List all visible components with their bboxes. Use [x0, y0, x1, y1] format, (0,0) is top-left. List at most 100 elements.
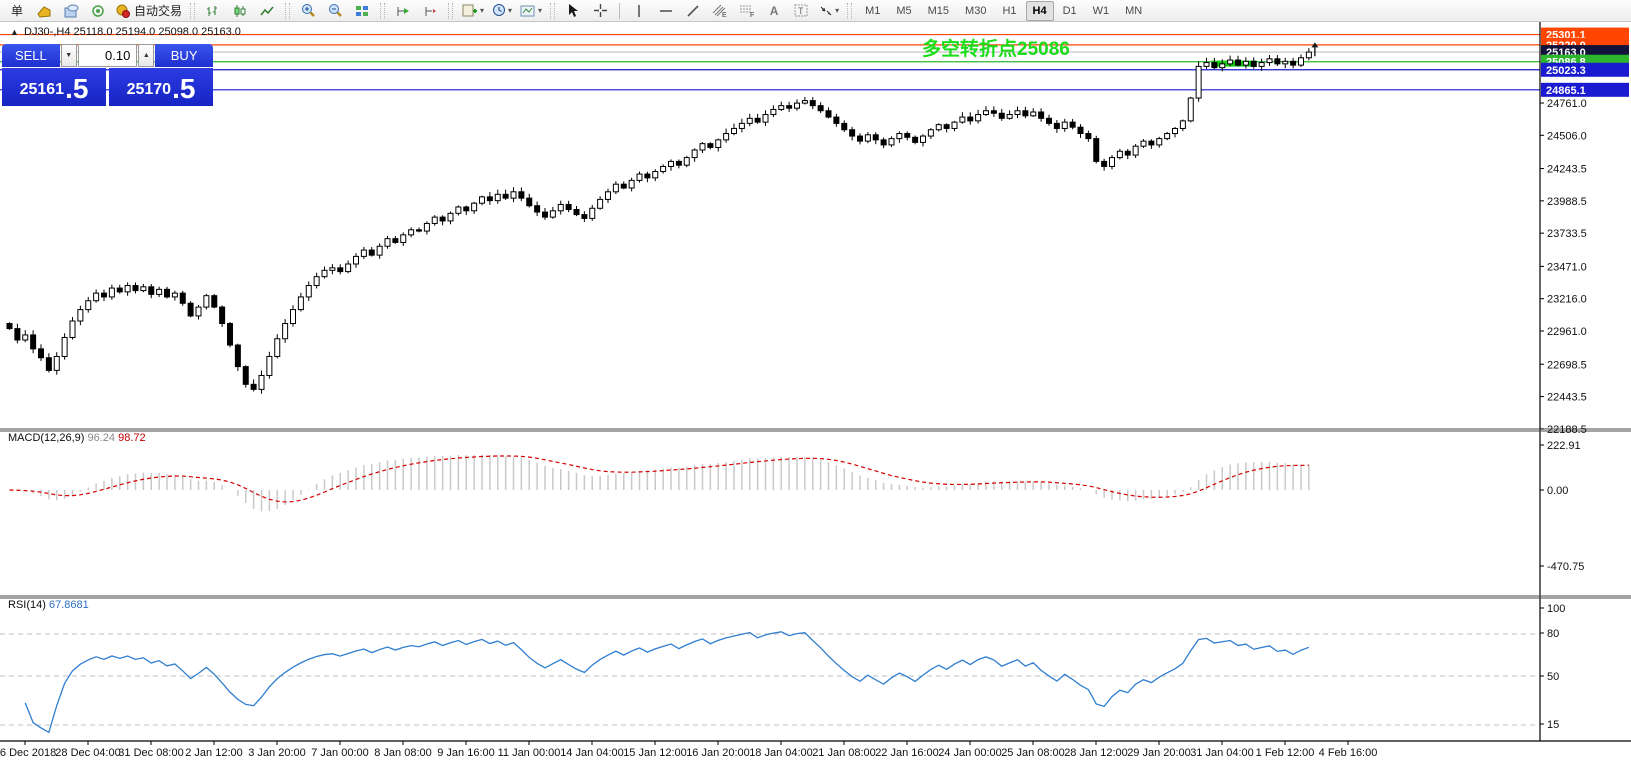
- vertical-line-tool-icon[interactable]: [627, 1, 651, 21]
- candle-body: [1125, 151, 1130, 155]
- time-axis-label: 16 Jan 20:00: [686, 747, 750, 759]
- text-label-tool-icon[interactable]: T: [789, 1, 813, 21]
- horizontal-line-tool-icon[interactable]: [654, 1, 678, 21]
- equidistant-channel-tool-icon[interactable]: E: [708, 1, 732, 21]
- fibonacci-tool-icon[interactable]: F: [735, 1, 759, 21]
- buy-price-button[interactable]: 25170 .5: [109, 68, 213, 106]
- autotrade-button[interactable]: 自动交易: [113, 1, 184, 21]
- timeframe-button-W1[interactable]: W1: [1086, 1, 1117, 21]
- candle-body: [487, 197, 492, 201]
- time-axis-label: 9 Jan 16:00: [437, 747, 495, 759]
- timeframe-button-M5[interactable]: M5: [889, 1, 918, 21]
- price-tick-label: 23988.5: [1547, 196, 1587, 208]
- templates-icon[interactable]: ▾: [517, 1, 544, 21]
- dropdown-caret: ▾: [835, 6, 839, 15]
- candle-body: [881, 140, 886, 145]
- candle-body: [818, 106, 823, 111]
- toolbar-grip: [847, 3, 852, 19]
- candle-body: [1173, 128, 1178, 133]
- sell-button[interactable]: SELL: [2, 44, 60, 67]
- candle-body: [645, 174, 650, 178]
- timeframe-button-D1[interactable]: D1: [1056, 1, 1084, 21]
- timeframes-clock-icon[interactable]: ▾: [489, 1, 514, 21]
- candle-body: [346, 264, 351, 272]
- zoom-out-icon[interactable]: [323, 1, 347, 21]
- candle-body: [1243, 61, 1248, 65]
- line-chart-mode-icon[interactable]: [255, 1, 279, 21]
- crosshair-tool-icon[interactable]: [588, 1, 612, 21]
- candle-body: [1306, 52, 1311, 58]
- chart-shift-icon[interactable]: [418, 1, 442, 21]
- add-indicator-icon[interactable]: ▾: [459, 1, 486, 21]
- arrows-tool-icon[interactable]: ▾: [816, 1, 841, 21]
- candle-body: [724, 134, 729, 140]
- candle-body: [440, 217, 445, 221]
- candle-body: [771, 109, 776, 114]
- timeframe-button-M15[interactable]: M15: [921, 1, 956, 21]
- text-tool-icon[interactable]: A: [762, 1, 786, 21]
- timeframe-button-H1[interactable]: H1: [995, 1, 1023, 21]
- price-tag-label: 24865.1: [1546, 85, 1586, 97]
- candle-body: [1070, 122, 1075, 127]
- macd-axis-label: 0.00: [1547, 485, 1568, 497]
- trendline-tool-icon[interactable]: [681, 1, 705, 21]
- timeframe-button-M1[interactable]: M1: [858, 1, 887, 21]
- candle-body: [354, 256, 359, 264]
- candle-body: [999, 113, 1004, 118]
- volume-increase-button[interactable]: ▲: [138, 44, 154, 67]
- candle-body: [204, 296, 209, 307]
- new-order-button[interactable]: 单: [5, 1, 29, 21]
- candle-body: [235, 345, 240, 367]
- candle-body: [590, 208, 595, 218]
- candle-body: [1251, 61, 1256, 66]
- tile-windows-icon[interactable]: [350, 1, 374, 21]
- bar-chart-mode-icon[interactable]: [201, 1, 225, 21]
- time-axis-label: 3 Jan 20:00: [248, 747, 306, 759]
- candle-body: [905, 134, 910, 138]
- rsi-value: 67.8681: [49, 599, 89, 611]
- time-axis-label: 18 Jan 04:00: [749, 747, 813, 759]
- candle-body: [109, 288, 114, 297]
- buy-price-main: 25170: [127, 77, 172, 103]
- candle-body: [251, 384, 256, 389]
- candle-body: [574, 210, 579, 215]
- candle-body: [338, 268, 343, 272]
- macd-axis-label: -470.75: [1547, 561, 1584, 573]
- candle-body: [755, 118, 760, 122]
- timeframe-button-H4[interactable]: H4: [1026, 1, 1054, 21]
- turning-point-annotation: 多空转折点25086: [922, 34, 1070, 61]
- candle-body: [172, 293, 177, 297]
- candle-body: [480, 197, 485, 203]
- candle-body: [944, 125, 949, 129]
- candle-body: [54, 356, 59, 370]
- timeframe-button-M30[interactable]: M30: [958, 1, 993, 21]
- candle-body: [543, 212, 548, 217]
- market-watch-icon[interactable]: [32, 1, 56, 21]
- candle-body: [676, 161, 681, 165]
- candlestick-mode-icon[interactable]: [228, 1, 252, 21]
- zoom-in-icon[interactable]: [296, 1, 320, 21]
- cursor-tool-icon[interactable]: [561, 1, 585, 21]
- candle-body: [936, 125, 941, 130]
- sell-price-button[interactable]: 25161 .5: [2, 68, 106, 106]
- candle-body: [897, 134, 902, 139]
- data-window-icon[interactable]: [59, 1, 83, 21]
- price-tick-label: 22443.5: [1547, 392, 1587, 404]
- candle-body: [377, 246, 382, 255]
- candle-body: [1149, 141, 1154, 145]
- buy-button[interactable]: BUY: [155, 44, 213, 67]
- volume-decrease-button[interactable]: ▼: [61, 44, 77, 67]
- candle-body: [70, 321, 75, 337]
- volume-input[interactable]: 0.10: [78, 44, 138, 67]
- timeframe-button-MN[interactable]: MN: [1118, 1, 1149, 21]
- auto-scroll-icon[interactable]: [391, 1, 415, 21]
- signals-icon[interactable]: [86, 1, 110, 21]
- candle-body: [188, 303, 193, 316]
- candle-body: [1188, 98, 1193, 121]
- candle-body: [330, 268, 335, 271]
- price-chart-canvas[interactable]: 24761.024506.024243.523988.523733.523471…: [0, 0, 1631, 772]
- candle-body: [834, 117, 839, 123]
- candle-body: [1110, 158, 1115, 167]
- candle-body: [464, 207, 469, 211]
- candle-body: [1102, 161, 1107, 166]
